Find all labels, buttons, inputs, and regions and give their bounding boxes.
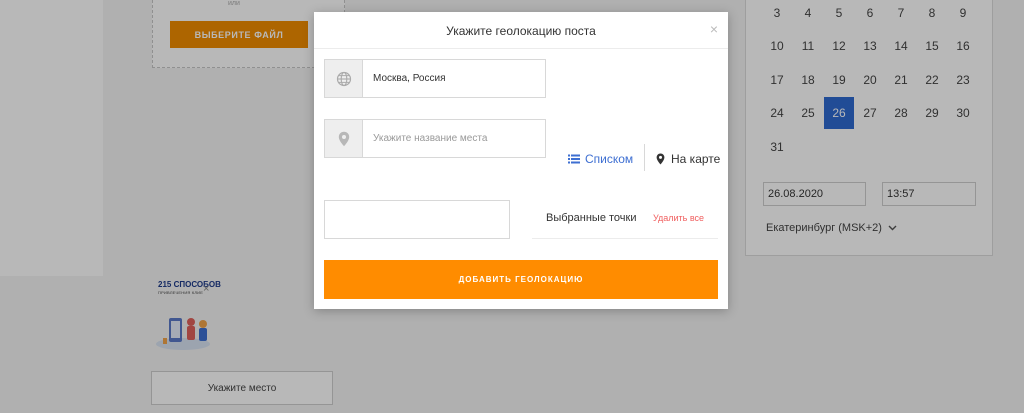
- city-field: [324, 59, 546, 98]
- location-pin-icon: [325, 120, 363, 157]
- view-on-map-toggle[interactable]: На карте: [656, 149, 720, 169]
- close-icon[interactable]: ×: [710, 21, 718, 37]
- selected-points-list: [324, 200, 510, 239]
- map-pin-icon: [656, 153, 665, 165]
- view-toggle-divider: [644, 144, 645, 171]
- list-icon: [568, 154, 580, 164]
- view-as-list-toggle[interactable]: Списком: [568, 149, 633, 169]
- place-name-input[interactable]: [373, 120, 543, 157]
- selected-points-header: Выбранные точки Удалить все: [532, 204, 718, 239]
- city-input[interactable]: [373, 60, 543, 97]
- place-field: [324, 119, 546, 158]
- globe-icon: [325, 60, 363, 97]
- view-list-label: Списком: [585, 152, 634, 166]
- selected-points-label: Выбранные точки: [546, 212, 637, 224]
- modal-header: Укажите геолокацию поста ×: [314, 12, 728, 49]
- view-map-label: На карте: [671, 152, 721, 166]
- geolocation-modal: Укажите геолокацию поста × С: [314, 12, 728, 309]
- delete-all-link[interactable]: Удалить все: [653, 213, 704, 223]
- add-geolocation-button[interactable]: ДОБАВИТЬ ГЕОЛОКАЦИЮ: [324, 260, 718, 299]
- modal-title: Укажите геолокацию поста: [446, 24, 596, 38]
